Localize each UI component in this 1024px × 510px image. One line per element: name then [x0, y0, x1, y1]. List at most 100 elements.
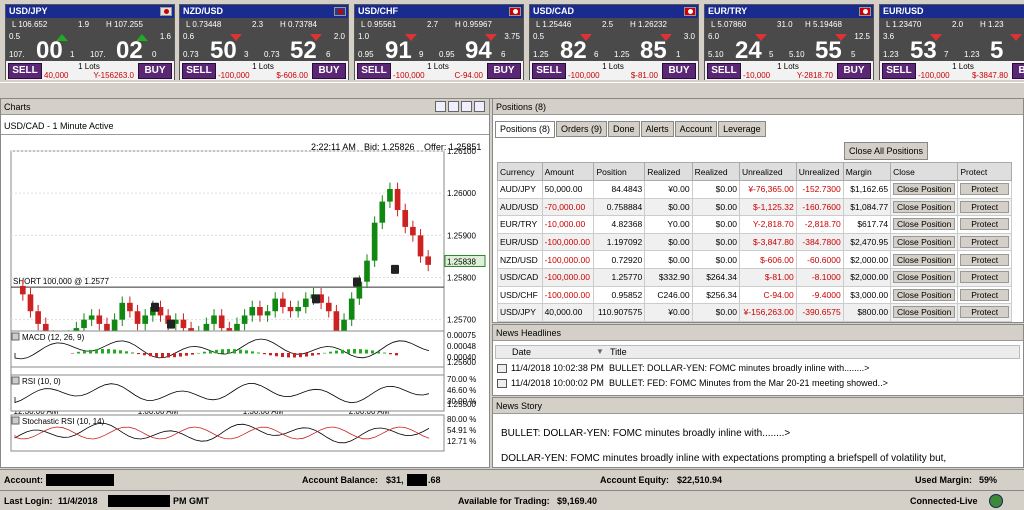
candle-body: [364, 260, 370, 282]
protect-button[interactable]: Protect: [960, 200, 1009, 213]
arrow-down-icon: [310, 34, 322, 41]
column-header[interactable]: Protect: [957, 162, 1012, 181]
positions-tab[interactable]: Positions (8): [495, 121, 556, 138]
buy-button[interactable]: BUY: [837, 63, 871, 79]
table-row[interactable]: AUD/USD -70,000.00 0.758884 $0.00 $0.00 $-1,1…: [497, 197, 1012, 217]
table-row[interactable]: USD/CAD -100,000.00 1.25770 $332.90 $264.34 $…: [497, 267, 1012, 287]
close-all-positions-button[interactable]: Close All Positions: [843, 142, 928, 160]
column-header[interactable]: Amount: [541, 162, 595, 181]
column-header[interactable]: Realized: [691, 162, 740, 181]
account-redacted: [46, 474, 114, 486]
table-row[interactable]: AUD/JPY 50,000.00 84.4843 ¥0.00 $0.00 ¥-76,36…: [497, 180, 1012, 199]
column-header[interactable]: Margin: [842, 162, 892, 181]
table-row[interactable]: EUR/USD -100,000.00 1.197092 $0.00 $0.00 $-3,…: [497, 232, 1012, 252]
lots-input[interactable]: 1 Lots: [743, 62, 833, 71]
positions-tab[interactable]: Done: [608, 121, 640, 137]
sell-button[interactable]: SELL: [8, 63, 42, 79]
sell-button[interactable]: SELL: [882, 63, 916, 79]
sell-button[interactable]: SELL: [357, 63, 391, 79]
lots-input[interactable]: 1 Lots: [44, 62, 134, 71]
table-row[interactable]: USD/CHF -100,000.00 0.95852 C246.00 $256.34 C…: [497, 285, 1012, 305]
connection-globe-icon[interactable]: [989, 494, 1003, 508]
rate-tile-controls: SELL 1 Lots 40,000 Y-156263.0 BUY: [6, 61, 174, 80]
buy-button[interactable]: BUY: [487, 63, 521, 79]
trade-marker[interactable]: [353, 277, 361, 287]
buy-button[interactable]: BUY: [662, 63, 696, 79]
protect-button[interactable]: Protect: [960, 236, 1009, 249]
protect-button[interactable]: Protect: [960, 183, 1009, 196]
close-position-button[interactable]: Close Position: [893, 200, 956, 213]
positions-tab[interactable]: Alerts: [640, 121, 674, 137]
macd-histogram-bar: [329, 351, 332, 354]
price-chart[interactable]: 1.261001.260001.259001.258001.257001.256…: [1, 99, 489, 467]
sell-button[interactable]: SELL: [532, 63, 566, 79]
protect-button[interactable]: Protect: [960, 288, 1009, 301]
trade-marker[interactable]: [312, 294, 320, 304]
positions-tab[interactable]: Orders (9): [556, 121, 608, 137]
macd-histogram-bar: [113, 349, 116, 354]
table-cell: $0.00: [691, 180, 740, 199]
sell-price-prefix: 1.25: [533, 50, 549, 59]
buy-button[interactable]: BUY: [312, 63, 346, 79]
news-date-column-header[interactable]: Date: [512, 347, 531, 357]
close-position-button[interactable]: Close Position: [893, 271, 956, 284]
trade-marker[interactable]: [151, 302, 159, 312]
buy-button[interactable]: BUY: [1012, 63, 1024, 79]
buy-button[interactable]: BUY: [138, 63, 172, 79]
protect-button[interactable]: Protect: [960, 271, 1009, 284]
sell-price-prefix: 5.10: [708, 50, 724, 59]
table-cell: 50,000.00: [541, 180, 595, 199]
close-position-button[interactable]: Close Position: [893, 218, 956, 231]
candle-body: [302, 298, 309, 308]
table-row[interactable]: EUR/TRY -10,000.00 4.82368 Y0.00 $0.00 Y-2,81…: [497, 215, 1012, 234]
lots-input[interactable]: 1 Lots: [918, 62, 1008, 71]
trade-marker[interactable]: [391, 264, 399, 274]
news-title-column-header[interactable]: Title: [610, 347, 627, 357]
close-position-button[interactable]: Close Position: [893, 183, 956, 196]
table-row[interactable]: USD/JPY 40,000.00 110.907575 ¥0.00 $0.00 ¥-15…: [497, 303, 1012, 322]
trade-marker[interactable]: [167, 319, 175, 329]
protect-button[interactable]: Protect: [960, 253, 1009, 266]
close-position-button[interactable]: Close Position: [893, 236, 956, 249]
indicator-pane: [10, 374, 445, 412]
connection-status: Connected-Live: [910, 496, 978, 506]
column-header[interactable]: Unrealized: [795, 162, 844, 181]
arrow-down-icon: [930, 34, 942, 41]
pane-toggle-icon[interactable]: [11, 332, 20, 341]
sell-button[interactable]: SELL: [707, 63, 741, 79]
candle-body: [402, 210, 409, 227]
news-headlines-header: Date ▼ Title: [495, 345, 1020, 359]
column-header[interactable]: Currency: [497, 162, 543, 181]
table-cell: 40,000.00: [541, 303, 595, 322]
protect-button[interactable]: Protect: [960, 218, 1009, 231]
positions-tab[interactable]: Account: [674, 121, 718, 137]
last-login-label: Last Login:: [4, 496, 53, 506]
protect-button[interactable]: Protect: [960, 306, 1009, 319]
column-header[interactable]: Position: [593, 162, 646, 181]
macd-histogram-bar: [221, 349, 224, 354]
column-header[interactable]: Realized: [644, 162, 693, 181]
pane-toggle-icon[interactable]: [11, 376, 20, 385]
close-position-button[interactable]: Close Position: [893, 253, 956, 266]
close-position-button[interactable]: Close Position: [893, 306, 956, 319]
table-row[interactable]: NZD/USD -100,000.00 0.72920 $0.00 $0.00 $-606…: [497, 250, 1012, 269]
news-headline-row[interactable]: 11/4/2018 10:02:38 PM BULLET: DOLLAR-YEN…: [495, 362, 1020, 376]
table-cell-action: Close Position: [890, 267, 959, 287]
table-cell: -10,000.00: [541, 215, 595, 234]
position-pl: Y-2818.70: [796, 71, 833, 80]
rate-high: H 0.95967: [455, 20, 492, 29]
positions-tab[interactable]: Leverage: [718, 121, 766, 137]
close-position-button[interactable]: Close Position: [893, 288, 956, 301]
lots-input[interactable]: 1 Lots: [568, 62, 658, 71]
used-margin-value: 59%: [979, 475, 998, 485]
lots-input[interactable]: 1 Lots: [393, 62, 483, 71]
candle-body: [425, 256, 431, 265]
pane-toggle-icon[interactable]: [11, 416, 20, 425]
news-headline-row[interactable]: 11/4/2018 10:00:02 PM BULLET: FED: FOMC …: [495, 377, 1020, 391]
sell-button[interactable]: SELL: [182, 63, 216, 79]
column-header[interactable]: Unrealized: [738, 162, 797, 181]
column-header[interactable]: Close: [890, 162, 959, 181]
lots-input[interactable]: 1 Lots: [218, 62, 308, 71]
candle-body: [272, 298, 279, 312]
table-cell-action: Protect: [957, 215, 1012, 234]
